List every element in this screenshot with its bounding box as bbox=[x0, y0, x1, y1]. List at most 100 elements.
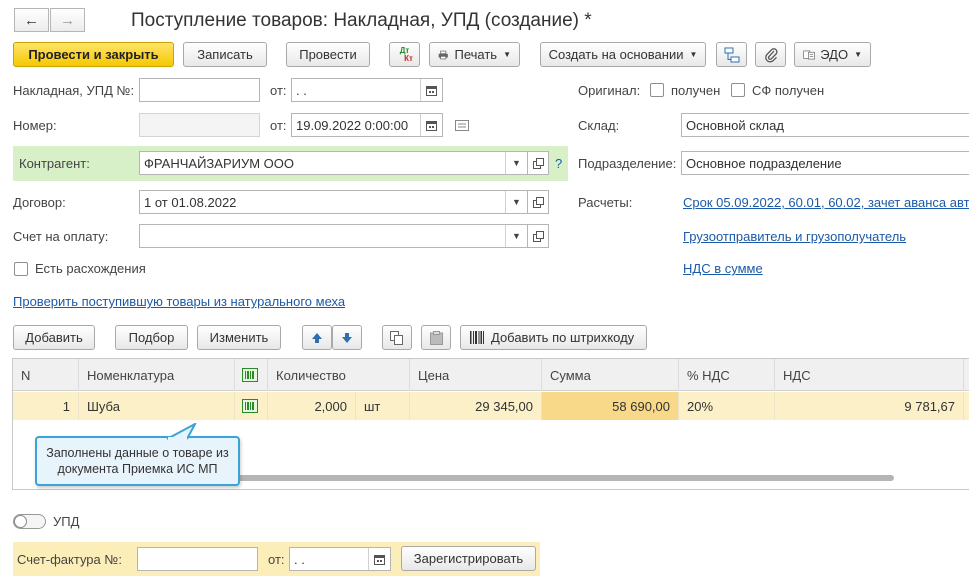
col-header-sum[interactable]: Сумма bbox=[542, 359, 679, 391]
settlements-label: Расчеты: bbox=[578, 195, 633, 210]
delete-row-button[interactable] bbox=[421, 325, 451, 350]
tooltip-callout: Заполнены данные о товаре из документа П… bbox=[35, 436, 240, 486]
discrepancies-label: Есть расхождения bbox=[35, 261, 146, 276]
copy-row-button[interactable] bbox=[382, 325, 412, 350]
col-header-qty[interactable]: Количество bbox=[268, 359, 410, 391]
sf-received-checkbox[interactable] bbox=[731, 83, 745, 97]
post-and-close-button[interactable]: Провести и закрыть bbox=[13, 42, 174, 67]
invoice-number-input[interactable] bbox=[139, 78, 260, 102]
payment-invoice-label: Счет на оплату: bbox=[13, 229, 109, 244]
table-row[interactable]: 1 Шуба 2,000 шт 29 345,00 58 690,00 20% … bbox=[13, 392, 969, 420]
warehouse-input[interactable]: Основной склад bbox=[681, 113, 969, 137]
invoice-date-input[interactable]: . . bbox=[291, 78, 443, 102]
horizontal-scrollbar[interactable] bbox=[238, 475, 894, 481]
invoice-date-value: . . bbox=[296, 82, 307, 98]
sf-date-input[interactable]: . . bbox=[289, 547, 391, 571]
check-fur-link[interactable]: Проверить поступившую товары из натураль… bbox=[13, 294, 345, 309]
counterparty-input[interactable]: ФРАНЧАЙЗАРИУМ ООО ▼ bbox=[139, 151, 528, 175]
cell-price[interactable]: 29 345,00 bbox=[410, 392, 542, 420]
toggle-knob bbox=[14, 515, 27, 528]
clipboard-icon bbox=[429, 330, 443, 345]
calendar-icon bbox=[426, 85, 437, 96]
payment-invoice-open-button[interactable] bbox=[528, 224, 549, 248]
add-by-barcode-label: Добавить по штрихкоду bbox=[491, 330, 635, 345]
col-header-n[interactable]: N bbox=[13, 359, 79, 391]
original-received-checkbox[interactable] bbox=[650, 83, 664, 97]
move-down-button[interactable] bbox=[332, 325, 362, 350]
calendar-button[interactable] bbox=[368, 548, 390, 570]
counterparty-dropdown-button[interactable]: ▼ bbox=[505, 152, 527, 174]
sf-date-value: . . bbox=[294, 551, 305, 567]
pick-button[interactable]: Подбор bbox=[115, 325, 188, 350]
calendar-button[interactable] bbox=[420, 114, 442, 136]
paperclip-icon bbox=[764, 47, 778, 62]
division-input[interactable]: Основное подразделение bbox=[681, 151, 969, 175]
payment-invoice-dropdown-button[interactable]: ▼ bbox=[505, 225, 527, 247]
sf-number-label: Счет-фактура №: bbox=[17, 552, 122, 567]
open-icon bbox=[532, 157, 544, 169]
back-button[interactable]: ← bbox=[14, 8, 49, 32]
discrepancies-checkbox[interactable] bbox=[14, 262, 28, 276]
calendar-button[interactable] bbox=[420, 79, 442, 101]
original-received-label: получен bbox=[671, 83, 721, 98]
payment-invoice-input[interactable]: ▼ bbox=[139, 224, 528, 248]
doc-date-from-label: от: bbox=[270, 118, 287, 133]
save-button[interactable]: Записать bbox=[183, 42, 267, 67]
contract-input[interactable]: 1 от 01.08.2022 ▼ bbox=[139, 190, 528, 214]
col-header-vat[interactable]: НДС bbox=[775, 359, 964, 391]
post-button[interactable]: Провести bbox=[286, 42, 370, 67]
edo-button[interactable]: ЭДО ▼ bbox=[794, 42, 871, 67]
contract-value: 1 от 01.08.2022 bbox=[144, 194, 237, 210]
arrow-down-icon bbox=[342, 332, 352, 343]
edo-label: ЭДО bbox=[820, 47, 849, 62]
cell-vat-rate[interactable]: 20% bbox=[679, 392, 775, 420]
sf-received-label: СФ получен bbox=[752, 83, 825, 98]
print-button[interactable]: Печать ▼ bbox=[429, 42, 520, 67]
vat-in-sum-link[interactable]: НДС в сумме bbox=[683, 261, 763, 276]
help-icon[interactable]: ? bbox=[555, 156, 562, 171]
col-header-vat-rate[interactable]: % НДС bbox=[679, 359, 775, 391]
contract-open-button[interactable] bbox=[528, 190, 549, 214]
cell-item[interactable]: Шуба bbox=[79, 392, 211, 420]
calendar-icon bbox=[374, 554, 385, 565]
arrow-up-icon bbox=[312, 332, 322, 343]
col-header-price[interactable]: Цена bbox=[410, 359, 542, 391]
chevron-down-icon: ▼ bbox=[854, 50, 862, 59]
number-label: Номер: bbox=[13, 118, 57, 133]
doc-date-input[interactable]: 19.09.2022 0:00:00 bbox=[291, 113, 443, 137]
table-header: N Номенклатура Количество Цена Сумма % Н… bbox=[13, 359, 969, 391]
attach-button[interactable] bbox=[755, 42, 786, 67]
sf-date-from-label: от: bbox=[268, 552, 285, 567]
page-title: Поступление товаров: Накладная, УПД (соз… bbox=[131, 10, 592, 31]
col-header-item[interactable]: Номенклатура bbox=[79, 359, 235, 391]
counterparty-open-button[interactable] bbox=[528, 151, 549, 175]
warehouse-label: Склад: bbox=[578, 118, 620, 133]
chevron-down-icon: ▼ bbox=[689, 50, 698, 59]
comment-icon[interactable] bbox=[455, 119, 469, 134]
forward-button[interactable]: → bbox=[50, 8, 85, 32]
contract-label: Договор: bbox=[13, 195, 66, 210]
register-button[interactable]: Зарегистрировать bbox=[401, 546, 536, 571]
col-header-marking[interactable] bbox=[235, 359, 268, 391]
dt-kt-button[interactable]: Дт Кт bbox=[389, 42, 420, 67]
number-input[interactable] bbox=[139, 113, 260, 137]
add-by-barcode-button[interactable]: Добавить по штрихкоду bbox=[460, 325, 647, 350]
settlements-link[interactable]: Срок 05.09.2022, 60.01, 60.02, зачет ава… bbox=[683, 195, 969, 210]
kt-icon: Кт bbox=[404, 53, 413, 63]
edit-row-button[interactable]: Изменить bbox=[197, 325, 281, 350]
cell-vat[interactable]: 9 781,67 bbox=[775, 392, 964, 420]
cell-qty[interactable]: 2,000 bbox=[268, 392, 356, 420]
add-row-button[interactable]: Добавить bbox=[13, 325, 95, 350]
sf-number-input[interactable] bbox=[137, 547, 258, 571]
shipper-consignee-link[interactable]: Грузоотправитель и грузополучатель bbox=[683, 229, 906, 244]
open-icon bbox=[532, 196, 544, 208]
cell-sum[interactable]: 58 690,00 bbox=[542, 392, 679, 420]
create-based-on-button[interactable]: Создать на основании ▼ bbox=[540, 42, 706, 67]
chevron-down-icon: ▼ bbox=[512, 231, 521, 241]
cell-unit[interactable]: шт bbox=[356, 392, 410, 420]
contract-dropdown-button[interactable]: ▼ bbox=[505, 191, 527, 213]
upd-toggle[interactable] bbox=[13, 514, 46, 529]
structure-button[interactable] bbox=[716, 42, 747, 67]
move-up-button[interactable] bbox=[302, 325, 332, 350]
invoice-number-label: Накладная, УПД №: bbox=[13, 83, 135, 98]
